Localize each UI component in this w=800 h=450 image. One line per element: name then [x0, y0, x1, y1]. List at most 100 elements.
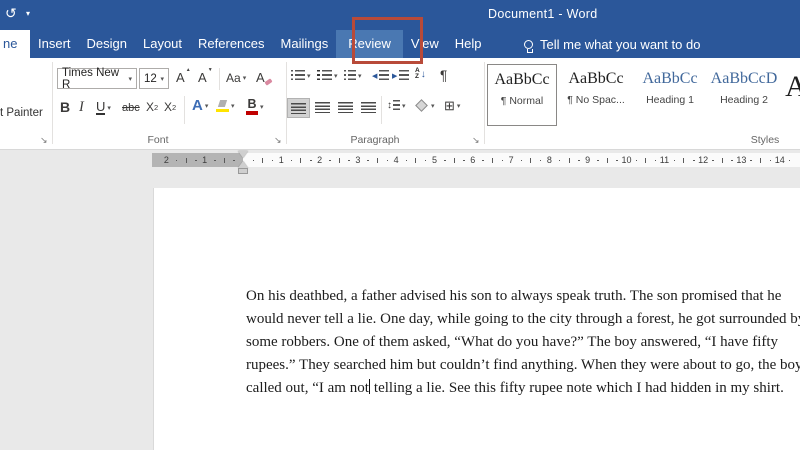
font-color-button[interactable]: B▾ [246, 99, 264, 115]
ruler-tick [291, 160, 293, 162]
font-size-value: 12 [144, 73, 157, 85]
ruler-tick [348, 160, 350, 162]
clear-formatting-button[interactable]: A [256, 70, 265, 85]
subscript-button[interactable]: X2 [146, 100, 158, 114]
annotation-red-box [352, 17, 423, 64]
hanging-indent-marker[interactable] [238, 161, 248, 168]
ruler-tick: 4 [392, 155, 401, 165]
ruler-tick [253, 160, 255, 162]
ruler-tick [214, 160, 216, 162]
justify-button[interactable] [361, 102, 376, 113]
numbering-button[interactable]: ▾ [317, 70, 338, 81]
align-right-button[interactable] [338, 102, 353, 113]
ruler-tick: 8 [545, 155, 554, 165]
highlight-icon [216, 100, 229, 112]
ruler-tick [176, 160, 178, 162]
decrease-indent-button[interactable]: ◀ [372, 70, 389, 81]
ruler-tick [521, 160, 523, 162]
styles-group-label: Styles [730, 134, 800, 146]
document-title: Document1 - Word [488, 7, 597, 21]
ruler-tick: 14 [775, 155, 784, 165]
chevron-down-icon: ▾ [260, 103, 264, 111]
increase-indent-button[interactable]: ▶ [392, 70, 409, 81]
text-before-cursor: called out, “I am not [246, 380, 369, 396]
highlight-color-button[interactable]: ▾ [216, 100, 235, 112]
tab-references[interactable]: References [190, 30, 272, 58]
ruler-tick [731, 160, 733, 162]
align-left-button[interactable] [287, 98, 310, 118]
page[interactable]: On his deathbed, a father advised his so… [153, 188, 800, 450]
ruler-tick: 6 [468, 155, 477, 165]
style-no-spacing[interactable]: AaBbCc¶ No Spac... [561, 64, 631, 126]
ruler-tick [683, 158, 684, 163]
small-separator [381, 96, 382, 124]
line-spacing-button[interactable]: ↕▾ [387, 100, 406, 111]
chevron-down-icon: ▾ [160, 75, 164, 83]
undo-icon[interactable]: ↺ [5, 5, 17, 22]
underline-icon: U [96, 100, 105, 115]
text-line: On his deathbed, a father advised his so… [246, 285, 800, 308]
strikethrough-button[interactable]: abc [122, 102, 140, 114]
tab-design[interactable]: Design [79, 30, 135, 58]
shading-button[interactable]: ▾ [417, 101, 435, 110]
style-normal[interactable]: AaBbCc¶ Normal [487, 64, 557, 126]
ruler-tick: 7 [507, 155, 516, 165]
style-label: ¶ No Spac... [561, 94, 631, 106]
paragraph-dialog-launcher-icon[interactable]: ↘ [472, 135, 480, 146]
text-effects-button[interactable]: A▾ [192, 97, 208, 114]
font-size-combo[interactable]: 12▾ [139, 68, 169, 89]
grow-font-icon: A▲ [176, 70, 185, 85]
ruler-tick [559, 160, 561, 162]
document-text[interactable]: On his deathbed, a father advised his so… [246, 285, 800, 400]
change-case-button[interactable]: Aa▾ [226, 71, 246, 85]
tab-layout[interactable]: Layout [135, 30, 190, 58]
ribbon: t Painter ↘ Times New R▾ 12▾ A▲ A▼ Aa▾ A… [0, 58, 800, 150]
tab-home-partial[interactable]: ne [0, 30, 30, 58]
ruler[interactable]: 211234567891011121314 [0, 153, 800, 167]
first-line-indent-marker[interactable] [238, 151, 248, 158]
left-indent-marker[interactable] [238, 168, 248, 174]
bullets-button[interactable]: ▾ [291, 70, 311, 81]
sort-button[interactable]: AZ↓ [415, 68, 426, 80]
ruler-tick [463, 160, 465, 162]
text-line: would never tell a lie. One day, while g… [246, 308, 800, 331]
borders-button[interactable]: ⊞▾ [444, 98, 460, 114]
superscript-button[interactable]: X2 [164, 100, 176, 114]
ruler-tick: 2 [162, 155, 171, 165]
bold-button[interactable]: B [60, 99, 70, 115]
grow-font-button[interactable]: A▲ [176, 70, 185, 85]
italic-button[interactable]: I [79, 99, 84, 116]
font-dialog-launcher-icon[interactable]: ↘ [274, 135, 282, 146]
ruler-tick [329, 160, 331, 162]
ruler-tick: 12 [698, 155, 707, 165]
ruler-tick [377, 158, 378, 163]
tab-help[interactable]: Help [447, 30, 490, 58]
font-name-combo[interactable]: Times New R▾ [57, 68, 137, 89]
tab-mailings[interactable]: Mailings [273, 30, 337, 58]
style-heading-2[interactable]: AaBbCcDHeading 2 [709, 64, 779, 126]
ruler-tick [415, 158, 416, 163]
chevron-down-icon: ▾ [402, 102, 406, 110]
ruler-tick [540, 160, 542, 162]
format-painter-button[interactable]: t Painter [0, 107, 43, 119]
ruler-tick [597, 160, 599, 162]
qat-customize-icon[interactable]: ▾ [26, 9, 30, 18]
align-center-icon [315, 102, 330, 113]
ruler-tick [367, 160, 369, 162]
underline-button[interactable]: U▾ [96, 100, 111, 115]
tab-insert[interactable]: Insert [30, 30, 79, 58]
show-formatting-button[interactable]: ¶ [440, 68, 447, 83]
align-center-button[interactable] [315, 102, 330, 113]
tell-me-box[interactable]: Tell me what you want to do [524, 30, 700, 58]
multilevel-list-button[interactable]: ▾ [344, 70, 362, 81]
style-partial[interactable]: A [783, 64, 800, 126]
shrink-font-button[interactable]: A▼ [198, 70, 207, 85]
clipboard-dialog-launcher-icon[interactable]: ↘ [40, 135, 48, 146]
justify-icon [361, 102, 376, 113]
lightbulb-icon [524, 40, 533, 49]
group-separator [52, 62, 53, 144]
shrink-font-icon: A▼ [198, 70, 207, 85]
chevron-down-icon: ▾ [128, 75, 132, 83]
style-heading-1[interactable]: AaBbCcHeading 1 [635, 64, 705, 126]
text-line: rupees.” They searched him but couldn’t … [246, 354, 800, 377]
